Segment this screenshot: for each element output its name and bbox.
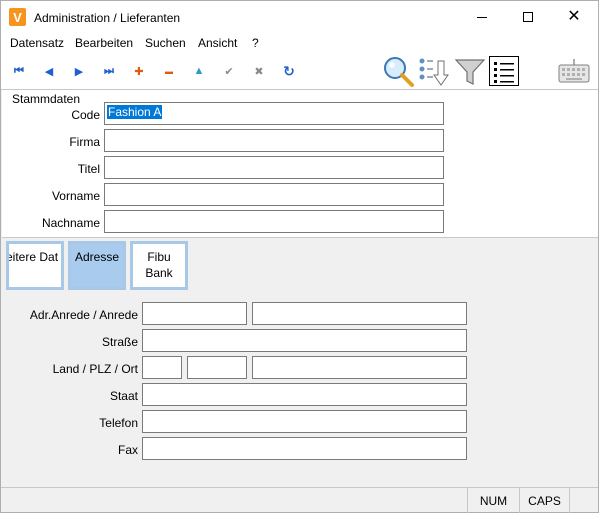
app-icon: V — [9, 8, 26, 26]
land-field[interactable] — [142, 356, 182, 379]
filter-button[interactable] — [453, 55, 487, 88]
window-title: Administration / Lieferanten — [34, 11, 181, 25]
menu-ansicht[interactable]: Ansicht — [198, 36, 237, 50]
magnifier-icon — [384, 57, 414, 87]
cancel-button[interactable]: ✖ — [249, 62, 269, 80]
fax-field[interactable] — [142, 437, 467, 460]
titel-field[interactable] — [104, 156, 444, 179]
firma-field[interactable] — [104, 129, 444, 152]
tab-fibu-bank[interactable]: Fibu Bank — [130, 241, 188, 290]
refresh-button[interactable]: ↻ — [279, 62, 299, 80]
menu-bearbeiten[interactable]: Bearbeiten — [75, 36, 133, 50]
nachname-field[interactable] — [104, 210, 444, 233]
firma-label: Firma — [69, 135, 100, 149]
anrede-field[interactable] — [252, 302, 467, 325]
land-plz-ort-label: Land / PLZ / Ort — [52, 362, 138, 376]
ort-field[interactable] — [252, 356, 467, 379]
vorname-field[interactable] — [104, 183, 444, 206]
title-bar: V Administration / Lieferanten ✕ — [1, 1, 598, 33]
save-button[interactable]: ✔ — [219, 62, 239, 80]
tab-fibu-label: Fibu — [147, 250, 171, 264]
edit-record-button[interactable]: ▲ — [189, 62, 209, 80]
vorname-label: Vorname — [51, 189, 100, 203]
checkmark-icon: ✔ — [224, 65, 234, 78]
minimize-icon — [477, 16, 487, 18]
nachname-label: Nachname — [41, 216, 100, 230]
previous-record-icon: ◀ — [44, 65, 54, 78]
stammdaten-group: Stammdaten Code Fashion A Firma Titel Vo… — [2, 90, 598, 238]
staat-field[interactable] — [142, 383, 467, 406]
funnel-icon — [454, 59, 486, 85]
staat-label: Staat — [109, 389, 138, 403]
menu-help[interactable]: ? — [252, 36, 259, 50]
tab-adresse-label: Adresse — [74, 250, 120, 264]
last-record-button[interactable]: ⏭ — [99, 62, 119, 80]
titel-label: Titel — [77, 162, 100, 176]
strasse-field[interactable] — [142, 329, 467, 352]
keyboard-button[interactable] — [557, 57, 591, 87]
code-value: Fashion A — [107, 105, 163, 119]
tab-weitere-daten[interactable]: eitere Dat — [6, 241, 64, 290]
refresh-icon: ↻ — [283, 62, 295, 79]
menu-datensatz[interactable]: Datensatz — [10, 36, 64, 50]
toolbar: ⏮ ◀ ▶ ⏭ ✚ ▬ ▲ ✔ ✖ ↻ — [1, 53, 598, 90]
tab-adresse[interactable]: Adresse — [68, 241, 126, 290]
last-record-icon: ⏭ — [104, 64, 114, 77]
minus-icon: ▬ — [165, 66, 173, 76]
close-button[interactable]: ✕ — [551, 1, 597, 33]
tab-bank-label: Bank — [145, 266, 173, 280]
adr-anrede-field[interactable] — [142, 302, 247, 325]
triangle-up-icon: ▲ — [193, 65, 205, 77]
list-view-button[interactable] — [489, 56, 519, 86]
sort-icon — [419, 58, 449, 86]
maximize-icon — [523, 12, 533, 22]
fax-label: Fax — [117, 443, 138, 457]
anrede-label: Adr.Anrede / Anrede — [29, 308, 138, 322]
telefon-label: Telefon — [99, 416, 138, 430]
caps-lock-indicator: CAPS — [519, 488, 569, 513]
first-record-icon: ⏮ — [14, 64, 24, 77]
keyboard-icon — [558, 59, 590, 83]
strasse-label: Straße — [101, 335, 138, 349]
first-record-button[interactable]: ⏮ — [9, 62, 29, 80]
list-icon — [494, 62, 514, 83]
add-record-button[interactable]: ✚ — [129, 62, 149, 80]
code-label: Code — [71, 108, 100, 122]
status-empty-cell — [569, 488, 598, 513]
plz-field[interactable] — [187, 356, 247, 379]
tab-weitere-daten-label: eitere Dat — [6, 250, 59, 264]
code-field[interactable]: Fashion A — [104, 102, 444, 125]
maximize-button[interactable] — [505, 1, 551, 33]
delete-record-button[interactable]: ▬ — [159, 62, 179, 80]
menu-bar: Datensatz Bearbeiten Suchen Ansicht ? — [1, 33, 598, 53]
address-panel: eitere Dat Adresse Fibu Bank Adr.Anrede … — [2, 238, 598, 486]
menu-suchen[interactable]: Suchen — [145, 36, 186, 50]
main-window: V Administration / Lieferanten ✕ Datensa… — [0, 0, 599, 513]
close-icon: ✕ — [567, 8, 581, 25]
next-record-icon: ▶ — [74, 65, 84, 78]
cancel-icon: ✖ — [254, 65, 264, 78]
telefon-field[interactable] — [142, 410, 467, 433]
search-button[interactable] — [381, 55, 415, 88]
sort-button[interactable] — [417, 55, 451, 88]
next-record-button[interactable]: ▶ — [69, 62, 89, 80]
num-lock-indicator: NUM — [467, 488, 519, 513]
status-bar: NUM CAPS — [1, 487, 598, 513]
add-icon: ✚ — [134, 65, 144, 78]
previous-record-button[interactable]: ◀ — [39, 62, 59, 80]
minimize-button[interactable] — [459, 1, 505, 33]
stammdaten-title: Stammdaten — [12, 92, 81, 106]
